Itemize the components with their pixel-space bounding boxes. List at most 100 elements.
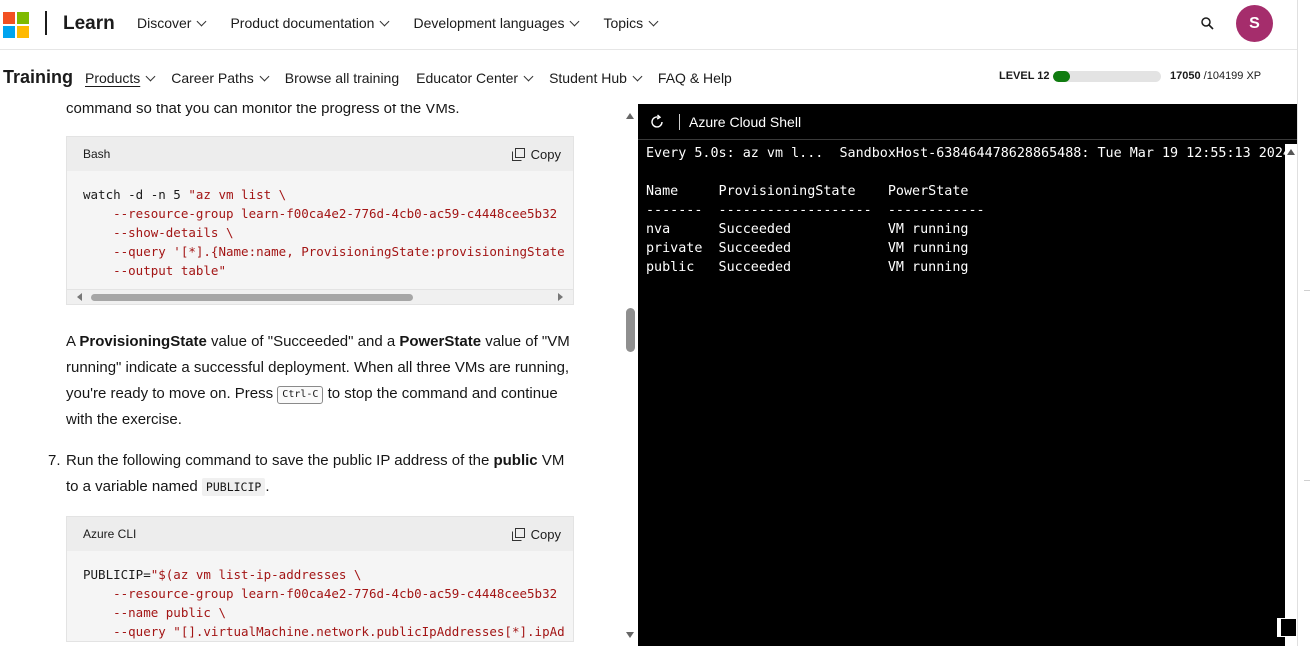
- level-label: LEVEL 12: [999, 70, 1050, 82]
- scrollbar-thumb[interactable]: [91, 294, 413, 301]
- chevron-down-icon: [259, 71, 270, 81]
- code-token: PUBLICIP=: [83, 567, 151, 582]
- code-string-token: --resource-group learn-f00ca4e2-776d-4cb…: [83, 206, 558, 221]
- code-line: --output table": [83, 261, 573, 280]
- code-line: PUBLICIP="$(az vm list-ip-addresses \: [83, 565, 573, 584]
- scroll-left-arrow-icon[interactable]: [77, 293, 82, 301]
- page-scrollbar[interactable]: [1297, 0, 1310, 646]
- code-text[interactable]: PUBLICIP="$(az vm list-ip-addresses \ --…: [67, 551, 573, 641]
- search-icon[interactable]: [1200, 16, 1214, 30]
- nav-browse-all-training-label: Browse all training: [284, 70, 400, 86]
- table-rule: ------- ------------------- ------------: [646, 203, 985, 218]
- nav-discover[interactable]: Discover: [137, 15, 207, 31]
- nav-career-paths[interactable]: Career Paths: [171, 70, 270, 86]
- result-paragraph: A ProvisioningState value of "Succeeded"…: [66, 329, 576, 433]
- xp-count: 17050 /104199 XP: [1170, 70, 1261, 82]
- cloud-shell-header: Azure Cloud Shell: [638, 104, 1297, 140]
- code-string-token: "az vm list \: [188, 187, 287, 202]
- para-text: value of "Succeeded" and a: [206, 333, 400, 350]
- code-token: watch -d -n 5: [83, 187, 189, 202]
- nav-product-documentation[interactable]: Product documentation: [230, 15, 390, 31]
- chevron-down-icon: [197, 16, 207, 26]
- chevron-down-icon: [648, 16, 659, 26]
- scroll-up-arrow-icon[interactable]: [1287, 149, 1295, 155]
- nav-student-hub[interactable]: Student Hub: [549, 70, 643, 86]
- chevron-down-icon: [632, 71, 643, 81]
- terminal-scrollbar[interactable]: [1285, 144, 1297, 646]
- user-avatar[interactable]: S: [1236, 5, 1273, 42]
- nav-educator-center[interactable]: Educator Center: [416, 70, 534, 86]
- xp-progress-fill: [1053, 71, 1071, 82]
- code-line: --query '[*].{Name:name, ProvisioningSta…: [83, 242, 573, 261]
- article-vertical-scrollbar[interactable]: [622, 104, 638, 646]
- refresh-icon[interactable]: [649, 113, 665, 130]
- code-string-token: --output table": [83, 263, 226, 278]
- nav-topics-label: Topics: [603, 15, 644, 31]
- code-line: --query "[].virtualMachine.network.publi…: [83, 622, 573, 641]
- nav-development-languages[interactable]: Development languages: [413, 15, 580, 31]
- table-row: private Succeeded VM running: [646, 241, 969, 256]
- nav-products[interactable]: Products: [85, 70, 156, 86]
- top-header: Learn Discover Product documentation Dev…: [0, 0, 1297, 50]
- training-nav-bar: Training Products Career Paths Browse al…: [0, 51, 1297, 104]
- azure-cli-code-block: Azure CLI Copy PUBLICIP="$(az vm list-ip…: [66, 516, 574, 642]
- brand-learn-link[interactable]: Learn: [63, 13, 115, 35]
- nav-faq-help[interactable]: FAQ & Help: [658, 70, 732, 86]
- xp-current: 17050: [1170, 70, 1201, 82]
- code-line: watch -d -n 5 "az vm list \: [83, 185, 573, 204]
- scrollbar-thumb[interactable]: [626, 308, 635, 352]
- step-text: Run the following command to save the pu…: [66, 452, 494, 469]
- code-string-token: --query "[].virtualMachine.network.publi…: [83, 624, 565, 639]
- nav-student-hub-label: Student Hub: [549, 70, 627, 86]
- scroll-right-arrow-icon[interactable]: [558, 293, 563, 301]
- copy-button[interactable]: Copy: [511, 146, 561, 162]
- nav-career-paths-label: Career Paths: [171, 70, 254, 86]
- keyboard-shortcut: Ctrl-C: [277, 386, 324, 404]
- terminal-cursor: [1277, 618, 1297, 637]
- microsoft-logo[interactable]: [3, 12, 29, 38]
- code-string-token: --show-details \: [83, 225, 234, 240]
- logo-divider: [45, 11, 47, 35]
- logo-square-red: [3, 12, 15, 24]
- code-block-header: Azure CLI Copy: [67, 517, 573, 551]
- top-nav: Discover Product documentation Developme…: [137, 15, 682, 31]
- code-line: --resource-group learn-f00ca4e2-776d-4cb…: [83, 584, 573, 603]
- table-row: nva Succeeded VM running: [646, 222, 969, 237]
- logo-square-green: [17, 12, 29, 24]
- inline-code: PUBLICIP: [201, 478, 266, 496]
- code-line: --show-details \: [83, 223, 573, 242]
- scroll-down-arrow-icon[interactable]: [626, 632, 634, 638]
- chevron-down-icon: [523, 71, 534, 81]
- table-row: public Succeeded VM running: [646, 260, 969, 275]
- copy-button[interactable]: Copy: [511, 526, 561, 542]
- nav-product-documentation-label: Product documentation: [230, 15, 375, 31]
- nav-products-label: Products: [85, 70, 141, 86]
- code-block-header: Bash Copy: [67, 137, 573, 171]
- copy-label: Copy: [530, 526, 561, 542]
- copy-icon: [511, 147, 525, 161]
- step-text: .: [265, 478, 270, 495]
- scroll-tick: [1304, 290, 1310, 291]
- code-string-token: --name public \: [83, 605, 226, 620]
- code-horizontal-scrollbar[interactable]: [67, 289, 573, 304]
- para-text: A: [66, 333, 80, 350]
- cloud-shell-panel: Azure Cloud Shell Every 5.0s: az vm l...…: [638, 104, 1297, 646]
- chevron-down-icon: [145, 71, 156, 81]
- copy-icon: [511, 527, 525, 541]
- nav-browse-all-training[interactable]: Browse all training: [285, 70, 399, 86]
- xp-total: /104199 XP: [1203, 70, 1262, 82]
- chevron-down-icon: [570, 16, 580, 26]
- nav-development-languages-label: Development languages: [413, 15, 565, 31]
- cloud-shell-title: Azure Cloud Shell: [689, 113, 802, 130]
- copy-label: Copy: [530, 146, 561, 162]
- step-7-text: Run the following command to save the pu…: [66, 448, 576, 500]
- code-text[interactable]: watch -d -n 5 "az vm list \ --resource-g…: [67, 171, 573, 280]
- training-title[interactable]: Training: [3, 67, 73, 88]
- scroll-up-arrow-icon[interactable]: [626, 113, 634, 119]
- nav-topics[interactable]: Topics: [603, 15, 659, 31]
- watch-status-line: Every 5.0s: az vm l... SandboxHost-63846…: [646, 146, 1291, 161]
- para-bold: ProvisioningState: [79, 333, 207, 350]
- terminal-output[interactable]: Every 5.0s: az vm l... SandboxHost-63846…: [646, 144, 1291, 277]
- code-line: --name public \: [83, 603, 573, 622]
- logo-square-blue: [3, 26, 15, 38]
